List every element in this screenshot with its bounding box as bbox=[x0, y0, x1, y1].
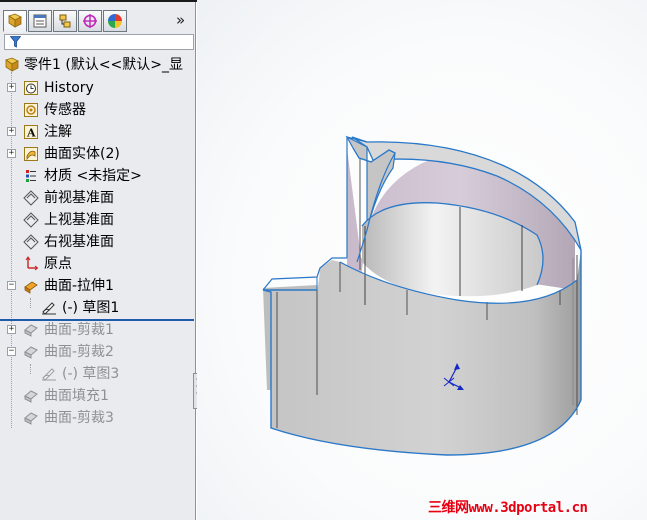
surface-trim-icon bbox=[22, 321, 40, 339]
tree-item-label: 材质 <未指定> bbox=[44, 168, 142, 184]
tree-item-surface-bodies[interactable]: + 曲面实体(2) bbox=[0, 143, 196, 165]
surface-extrude-icon bbox=[22, 277, 40, 295]
plane-icon bbox=[22, 211, 40, 229]
tree-item-label: History bbox=[44, 80, 94, 96]
tree-item-surface-fill1[interactable]: 曲面填充1 bbox=[0, 385, 196, 407]
surface-trim-icon bbox=[22, 409, 40, 427]
tree-item-label: (-) 草图3 bbox=[62, 366, 120, 382]
sketch-icon bbox=[40, 365, 58, 383]
graphics-area[interactable] bbox=[197, 0, 647, 520]
tree-item-surface-trim2[interactable]: − 曲面-剪裁2 bbox=[0, 341, 196, 363]
expand-toggle[interactable]: + bbox=[7, 325, 16, 334]
surface-model bbox=[262, 135, 582, 456]
tab-configuration-manager[interactable] bbox=[53, 10, 77, 32]
tree-item-label: 传感器 bbox=[44, 102, 86, 118]
tree-item-annotations[interactable]: + A 注解 bbox=[0, 121, 196, 143]
manager-tab-bar bbox=[3, 10, 128, 32]
plane-icon bbox=[22, 233, 40, 251]
plane-icon bbox=[22, 189, 40, 207]
tree-item-material[interactable]: 材质 <未指定> bbox=[0, 165, 196, 187]
watermark-text: 三维网www.3dportal.cn bbox=[428, 500, 588, 516]
tab-feature-manager[interactable] bbox=[3, 10, 27, 32]
collapse-toggle[interactable]: − bbox=[7, 347, 16, 356]
tree-item-label: 前视基准面 bbox=[44, 190, 114, 206]
rollback-bar[interactable] bbox=[0, 319, 194, 321]
tree-item-history[interactable]: + History bbox=[0, 77, 196, 99]
expand-toggle[interactable]: + bbox=[7, 127, 16, 136]
feature-manager-icon bbox=[8, 13, 22, 28]
tree-item-surface-extrude1[interactable]: − 曲面-拉伸1 bbox=[0, 275, 196, 297]
tree-filter-input[interactable] bbox=[4, 34, 194, 50]
tab-display-manager[interactable] bbox=[103, 10, 127, 32]
tree-item-label: 曲面-剪裁2 bbox=[44, 344, 114, 360]
tree-item-label: 右视基准面 bbox=[44, 234, 114, 250]
tree-item-right-plane[interactable]: 右视基准面 bbox=[0, 231, 196, 253]
tree-item-label: 曲面-剪裁3 bbox=[44, 410, 114, 426]
tree-item-surface-trim3[interactable]: 曲面-剪裁3 bbox=[0, 407, 196, 429]
annotation-icon: A bbox=[22, 123, 40, 141]
tree-item-sketch1[interactable]: (-) 草图1 bbox=[0, 297, 196, 319]
tree-item-label: 零件1 (默认<<默认>_显 bbox=[24, 57, 184, 73]
property-manager-icon bbox=[33, 14, 47, 28]
part-icon bbox=[3, 56, 21, 74]
tree-item-label: 上视基准面 bbox=[44, 212, 114, 228]
dimxpert-icon bbox=[83, 14, 97, 28]
feature-manager-panel: » 零件1 (默认<<默认>_显 + History 传感器 + A 注解 + … bbox=[0, 0, 196, 520]
tree-item-label: 曲面-拉伸1 bbox=[44, 278, 114, 294]
history-icon bbox=[22, 79, 40, 97]
tree-item-label: (-) 草图1 bbox=[62, 300, 120, 316]
tree-item-label: 曲面-剪裁1 bbox=[44, 322, 114, 338]
tree-item-label: 原点 bbox=[44, 256, 72, 272]
origin-icon bbox=[22, 255, 40, 273]
surface-bodies-icon bbox=[22, 145, 40, 163]
tree-item-label: 注解 bbox=[44, 124, 72, 140]
tree-item-front-plane[interactable]: 前视基准面 bbox=[0, 187, 196, 209]
expand-tabs-button[interactable]: » bbox=[176, 11, 192, 29]
sketch-icon bbox=[40, 299, 58, 317]
tab-dimxpert[interactable] bbox=[78, 10, 102, 32]
tree-item-sensors[interactable]: 传感器 bbox=[0, 99, 196, 121]
surface-trim-icon bbox=[22, 343, 40, 361]
expand-toggle[interactable]: + bbox=[7, 149, 16, 158]
collapse-toggle[interactable]: − bbox=[7, 281, 16, 290]
filter-icon bbox=[10, 36, 21, 48]
display-manager-icon bbox=[108, 14, 122, 28]
tab-property-manager[interactable] bbox=[28, 10, 52, 32]
material-icon bbox=[22, 167, 40, 185]
tree-item-sketch3[interactable]: (-) 草图3 bbox=[0, 363, 196, 385]
tree-item-surface-trim1[interactable]: + 曲面-剪裁1 bbox=[0, 319, 196, 341]
tree-item-origin[interactable]: 原点 bbox=[0, 253, 196, 275]
expand-toggle[interactable]: + bbox=[7, 83, 16, 92]
configuration-manager-icon bbox=[59, 14, 71, 28]
tree-item-top-plane[interactable]: 上视基准面 bbox=[0, 209, 196, 231]
tree-item-label: 曲面填充1 bbox=[44, 388, 109, 404]
tree-item-part[interactable]: 零件1 (默认<<默认>_显 bbox=[0, 54, 196, 76]
surface-fill-icon bbox=[22, 387, 40, 405]
sensor-icon bbox=[22, 101, 40, 119]
svg-text:A: A bbox=[26, 127, 36, 140]
tree-item-label: 曲面实体(2) bbox=[44, 146, 120, 162]
